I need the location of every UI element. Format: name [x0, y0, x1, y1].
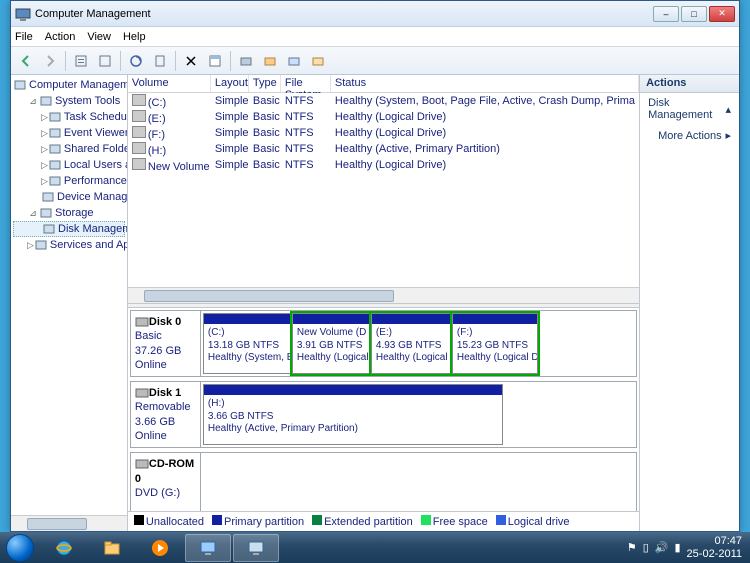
- col-filesystem[interactable]: File System: [281, 75, 331, 92]
- volume-row[interactable]: (C:)SimpleBasicNTFSHealthy (System, Boot…: [128, 93, 639, 109]
- taskbar-item-1[interactable]: [185, 534, 231, 562]
- chevron-right-icon: ▸: [725, 129, 731, 142]
- forward-button[interactable]: [39, 50, 61, 72]
- back-button[interactable]: [15, 50, 37, 72]
- tree-item[interactable]: ▷Task Scheduler: [13, 109, 125, 125]
- system-tray[interactable]: ⚑ ▯ 🔊 ▮ 07:4725-02-2011: [619, 535, 750, 559]
- legend-item: Free space: [421, 515, 488, 528]
- toolbar-btn-2[interactable]: [94, 50, 116, 72]
- tray-network-icon[interactable]: ▯: [643, 541, 649, 554]
- disk-volume[interactable]: (C:)13.18 GB NTFSHealthy (System, Bo: [203, 313, 291, 374]
- app-icon: [15, 6, 31, 22]
- collapse-icon: ▴: [725, 103, 731, 116]
- legend-item: Unallocated: [134, 515, 204, 528]
- menu-help[interactable]: Help: [123, 31, 146, 43]
- menu-action[interactable]: Action: [45, 31, 76, 43]
- menu-file[interactable]: File: [15, 31, 33, 43]
- tree-hscroll[interactable]: [11, 515, 127, 531]
- disk-volume[interactable]: (F:)15.23 GB NTFSHealthy (Logical Driv: [452, 313, 538, 374]
- titlebar[interactable]: Computer Management – □ ✕: [11, 1, 739, 27]
- col-status[interactable]: Status: [331, 75, 639, 92]
- disk-graphical-pane[interactable]: Disk 0Basic37.26 GBOnline(C:)13.18 GB NT…: [128, 308, 639, 511]
- toolbar-btn-4[interactable]: [149, 50, 171, 72]
- taskbar-wmp[interactable]: [137, 534, 183, 562]
- tray-flag-icon[interactable]: ⚑: [627, 541, 637, 554]
- legend: Unallocated Primary partition Extended par…: [128, 511, 639, 531]
- tree-item[interactable]: ⊿Storage: [13, 205, 125, 221]
- disk-volume[interactable]: New Volume (D3.91 GB NTFSHealthy (Logica…: [292, 313, 370, 374]
- actions-pane: Actions Disk Management▴ More Actions▸: [640, 75, 739, 531]
- actions-disk-management[interactable]: Disk Management▴: [640, 93, 739, 125]
- tree-item[interactable]: Device Manager: [13, 189, 125, 205]
- volume-list[interactable]: (C:)SimpleBasicNTFSHealthy (System, Boot…: [128, 93, 639, 287]
- disk-row[interactable]: Disk 1Removable3.66 GBOnline(H:)3.66 GB …: [130, 381, 637, 448]
- toolbar-btn-6[interactable]: [259, 50, 281, 72]
- menubar: File Action View Help: [11, 27, 739, 47]
- tray-volume-icon[interactable]: 🔊: [655, 541, 669, 554]
- col-volume[interactable]: Volume: [128, 75, 211, 92]
- tree-item[interactable]: Disk Management: [13, 221, 125, 237]
- minimize-button[interactable]: –: [653, 6, 679, 22]
- tree-item[interactable]: Computer Management (Local: [13, 77, 125, 93]
- tree-item[interactable]: ▷Services and Applications: [13, 237, 125, 253]
- toolbar: [11, 47, 739, 75]
- tree-item[interactable]: ▷Event Viewer: [13, 125, 125, 141]
- disk-volume[interactable]: (H:)3.66 GB NTFSHealthy (Active, Primary…: [203, 384, 503, 445]
- col-layout[interactable]: Layout: [211, 75, 249, 92]
- disk-row[interactable]: CD-ROM 0DVD (G:)No Media: [130, 452, 637, 511]
- tree-item[interactable]: ▷Shared Folders: [13, 141, 125, 157]
- toolbar-btn-3[interactable]: [125, 50, 147, 72]
- main-pane: Volume Layout Type File System Status (C…: [128, 75, 640, 531]
- taskbar-ie[interactable]: [41, 534, 87, 562]
- computer-management-window: Computer Management – □ ✕ File Action Vi…: [10, 0, 740, 532]
- legend-item: Extended partition: [312, 515, 413, 528]
- taskbar[interactable]: ⚑ ▯ 🔊 ▮ 07:4725-02-2011: [0, 532, 750, 563]
- toolbar-btn-1[interactable]: [70, 50, 92, 72]
- tree-item[interactable]: ▷Performance: [13, 173, 125, 189]
- volume-list-hscroll[interactable]: [128, 287, 639, 303]
- tree-item[interactable]: ▷Local Users and Groups: [13, 157, 125, 173]
- maximize-button[interactable]: □: [681, 6, 707, 22]
- tray-clock[interactable]: 07:4725-02-2011: [687, 535, 742, 559]
- properties-button[interactable]: [204, 50, 226, 72]
- window-title: Computer Management: [35, 8, 653, 20]
- disk-row[interactable]: Disk 0Basic37.26 GBOnline(C:)13.18 GB NT…: [130, 310, 637, 377]
- toolbar-btn-7[interactable]: [283, 50, 305, 72]
- taskbar-explorer[interactable]: [89, 534, 135, 562]
- volume-row[interactable]: New Volume (D:)SimpleBasicNTFSHealthy (L…: [128, 157, 639, 173]
- menu-view[interactable]: View: [87, 31, 111, 43]
- volume-list-header[interactable]: Volume Layout Type File System Status: [128, 75, 639, 93]
- navigation-tree[interactable]: Computer Management (Local⊿System Tools▷…: [11, 75, 128, 531]
- taskbar-item-2[interactable]: [233, 534, 279, 562]
- tray-wifi-icon[interactable]: ▮: [674, 541, 680, 554]
- close-button[interactable]: ✕: [709, 6, 735, 22]
- legend-item: Primary partition: [212, 515, 304, 528]
- volume-row[interactable]: (H:)SimpleBasicNTFSHealthy (Active, Prim…: [128, 141, 639, 157]
- legend-item: Logical drive: [496, 515, 570, 528]
- delete-button[interactable]: [180, 50, 202, 72]
- toolbar-btn-5[interactable]: [235, 50, 257, 72]
- tree-item[interactable]: ⊿System Tools: [13, 93, 125, 109]
- actions-more-actions[interactable]: More Actions▸: [640, 125, 739, 146]
- volume-row[interactable]: (E:)SimpleBasicNTFSHealthy (Logical Driv…: [128, 109, 639, 125]
- disk-volume[interactable]: (E:)4.93 GB NTFSHealthy (Logical D: [371, 313, 451, 374]
- start-button[interactable]: [0, 532, 40, 563]
- toolbar-btn-8[interactable]: [307, 50, 329, 72]
- volume-row[interactable]: (F:)SimpleBasicNTFSHealthy (Logical Driv…: [128, 125, 639, 141]
- actions-header: Actions: [640, 75, 739, 93]
- col-type[interactable]: Type: [249, 75, 281, 92]
